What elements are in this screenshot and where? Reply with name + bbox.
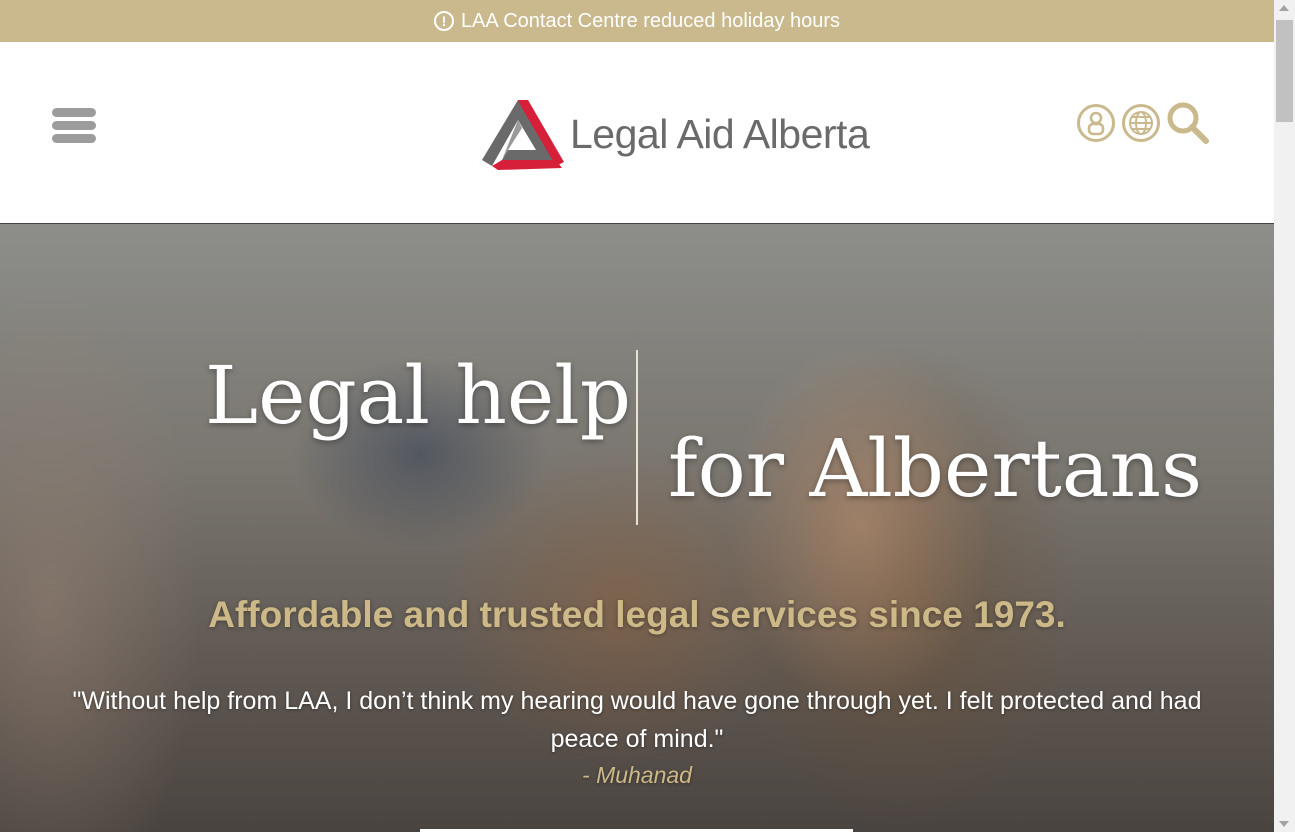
testimonial-author: - Muhanad <box>582 762 692 788</box>
globe-icon[interactable] <box>1122 104 1160 142</box>
hamburger-menu-icon[interactable] <box>52 108 96 146</box>
hero-section: Legal help for Albertans Affordable and … <box>0 224 1274 832</box>
search-icon[interactable] <box>1165 100 1211 146</box>
site-logo[interactable]: Legal Aid Alberta <box>478 98 918 170</box>
hero-divider <box>636 350 638 525</box>
account-icon[interactable] <box>1077 104 1115 142</box>
site-header: Legal Aid Alberta <box>0 42 1274 224</box>
exclamation-circle-icon: ! <box>433 11 454 31</box>
legal-aid-alberta-triangle-logo <box>482 100 564 170</box>
hero-tagline: Affordable and trusted legal services si… <box>208 594 1066 635</box>
testimonial-quote: "Without help from LAA, I don’t think my… <box>72 687 1202 753</box>
alert-text[interactable]: LAA Contact Centre reduced holiday hours <box>461 10 840 33</box>
header-icon-group <box>1077 100 1211 146</box>
hero-headline-left: Legal help <box>205 349 632 442</box>
alert-banner[interactable]: ! LAA Contact Centre reduced holiday hou… <box>0 0 1274 42</box>
scrollbar-thumb[interactable] <box>1276 20 1293 122</box>
scroll-down-arrow-icon[interactable] <box>1279 821 1289 827</box>
hero-headline-right: for Albertans <box>668 422 1203 515</box>
logo-text: Legal Aid Alberta <box>570 110 870 157</box>
page-scrollbar[interactable] <box>1274 0 1295 832</box>
scroll-up-arrow-icon[interactable] <box>1279 5 1289 11</box>
